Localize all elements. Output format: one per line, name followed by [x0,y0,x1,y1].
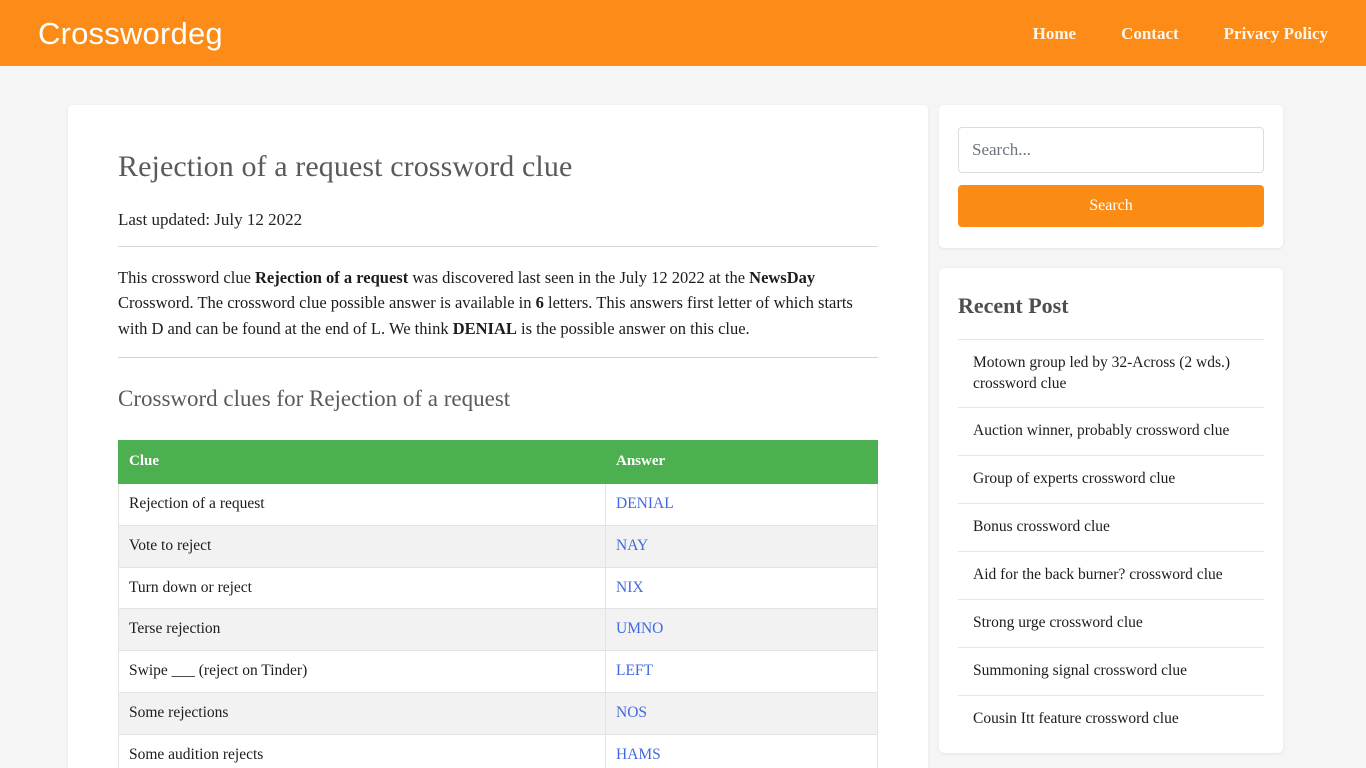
recent-post-link[interactable]: Auction winner, probably crossword clue [973,421,1264,442]
section-title: Crossword clues for Rejection of a reque… [118,386,511,412]
site-header: Crosswordeg Home Contact Privacy Policy [0,0,1366,66]
recent-post-list: Motown group led by 32-Across (2 wds.) c… [958,338,1264,743]
table-head: Clue Answer [118,440,878,484]
cell-answer: NAY [605,524,878,568]
list-item: Aid for the back burner? crossword clue [958,551,1264,599]
cell-clue: Turn down or reject [118,566,606,610]
table-row: Some audition rejects HAMS [118,734,878,768]
list-item: Summoning signal crossword clue [958,647,1264,695]
answer-link[interactable]: NAY [616,537,648,554]
nav-item-privacy-policy[interactable]: Privacy Policy [1224,25,1328,42]
cell-answer: NOS [605,692,878,736]
list-item: Strong urge crossword clue [958,599,1264,647]
table-body: Rejection of a request DENIAL Vote to re… [118,482,878,768]
cell-answer: LEFT [605,650,878,694]
intro-part-2: was discovered last seen in the July 12 … [408,267,750,287]
intro-bold-publisher: NewsDay [749,267,816,287]
cell-answer: NIX [605,566,878,610]
search-button[interactable]: Search [958,185,1264,227]
answer-link[interactable]: HAMS [616,746,661,763]
intro-part-3: Crossword. The crossword clue possible a… [118,293,536,313]
main-navigation: Home Contact Privacy Policy [1033,25,1328,42]
list-item: Cousin Itt feature crossword clue [958,694,1264,743]
search-input[interactable] [958,127,1264,173]
answer-link[interactable]: NOS [616,704,647,721]
recent-post-link[interactable]: Motown group led by 32-Across (2 wds.) c… [973,353,1264,395]
recent-post-link[interactable]: Aid for the back burner? crossword clue [973,565,1264,586]
table-row: Vote to reject NAY [118,524,878,568]
intro-bold-answer: DENIAL [452,318,517,338]
page-title: Rejection of a request crossword clue [118,150,573,183]
list-item: Group of experts crossword clue [958,455,1264,503]
column-header-clue: Clue [118,440,606,484]
answer-link[interactable]: UMNO [616,620,663,637]
intro-bold-clue: Rejection of a request [255,267,409,287]
cell-clue: Rejection of a request [118,482,606,526]
intro-part-1: This crossword clue [118,267,256,287]
search-card: Search [939,105,1283,248]
cell-clue: Some audition rejects [118,734,606,768]
cell-clue: Some rejections [118,692,606,736]
recent-post-card: Recent Post Motown group led by 32-Acros… [939,268,1283,753]
answer-link[interactable]: LEFT [616,662,653,679]
table-row: Turn down or reject NIX [118,566,878,610]
list-item: Bonus crossword clue [958,503,1264,551]
cell-answer: HAMS [605,734,878,768]
recent-post-link[interactable]: Strong urge crossword clue [973,613,1264,634]
column-header-answer: Answer [605,440,878,484]
main-content-card: Rejection of a request crossword clue La… [68,105,928,768]
recent-post-link[interactable]: Cousin Itt feature crossword clue [973,709,1264,730]
recent-post-link[interactable]: Group of experts crossword clue [973,469,1264,490]
recent-post-title: Recent Post [958,293,1069,318]
cell-clue: Terse rejection [118,608,606,652]
crossword-clues-table: Clue Answer Rejection of a request DENIA… [118,440,878,768]
answer-link[interactable]: DENIAL [616,495,674,512]
list-item: Auction winner, probably crossword clue [958,407,1264,455]
page-body: Rejection of a request crossword clue La… [0,66,1366,768]
cell-answer: DENIAL [605,482,878,526]
table-header-row: Clue Answer [118,440,878,484]
cell-clue: Swipe ___ (reject on Tinder) [118,650,606,694]
recent-post-link[interactable]: Bonus crossword clue [973,517,1264,538]
last-updated-text: Last updated: July 12 2022 [118,209,303,229]
divider-bottom [118,357,878,359]
answer-link[interactable]: NIX [616,579,644,596]
list-item: Motown group led by 32-Across (2 wds.) c… [958,338,1264,408]
intro-bold-letters: 6 [535,293,544,313]
table-row: Terse rejection UMNO [118,608,878,652]
site-logo[interactable]: Crosswordeg [38,18,223,49]
divider-top [118,245,878,247]
cell-clue: Vote to reject [118,524,606,568]
intro-part-5: is the possible answer on this clue. [516,318,750,338]
table-row: Rejection of a request DENIAL [118,482,878,526]
nav-item-contact[interactable]: Contact [1121,25,1179,42]
table-row: Swipe ___ (reject on Tinder) LEFT [118,650,878,694]
article-intro: This crossword clue Rejection of a reque… [118,265,870,342]
nav-item-home[interactable]: Home [1033,25,1076,42]
cell-answer: UMNO [605,608,878,652]
recent-post-link[interactable]: Summoning signal crossword clue [973,661,1264,682]
table-row: Some rejections NOS [118,692,878,736]
sidebar: Search Recent Post Motown group led by 3… [939,105,1283,753]
